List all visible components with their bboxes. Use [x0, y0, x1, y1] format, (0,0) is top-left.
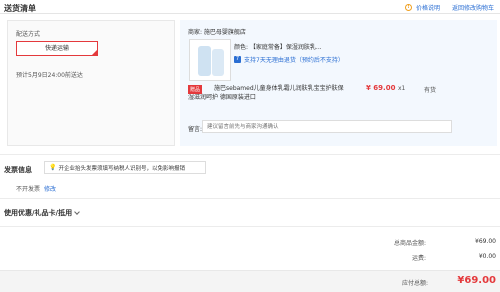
back-to-cart-link[interactable]: 返回修改购物车 — [452, 3, 494, 12]
divider — [0, 198, 500, 199]
return-policy-icon: 7 — [234, 56, 241, 63]
divider — [0, 226, 500, 227]
delivery-estimate: 预计5月9日24:00前送达 — [16, 72, 83, 79]
remark-input[interactable] — [202, 120, 452, 133]
chevron-down-icon — [74, 209, 80, 215]
shipping-method-label: 快递运输 — [44, 45, 69, 52]
coupon-toggle[interactable]: 使用优惠/礼品卡/抵用 — [4, 208, 80, 218]
shipping-panel: 配送方式 快递运输 预计5月9日24:00前送达 — [7, 20, 175, 146]
product-bottle-shape — [212, 49, 224, 76]
selected-corner-icon — [92, 50, 97, 55]
gift-badge: 赠品 — [188, 85, 203, 94]
product-bottle-shape — [198, 46, 211, 76]
shipping-fee-value: ¥0.00 — [478, 253, 496, 260]
stock-status: 有货 — [424, 87, 437, 94]
goods-total-value: ¥69.00 — [475, 238, 496, 245]
divider — [0, 154, 500, 155]
payable-bar: 应付总额: ¥69.00 — [0, 270, 500, 292]
product-image[interactable] — [189, 39, 231, 81]
invoice-title: 发票信息 — [4, 166, 32, 174]
shop-name: 商家: 施巴母婴旗舰店 — [188, 29, 246, 36]
product-quantity: x1 — [398, 85, 406, 92]
product-color: 颜色: 【家庭常备】保湿润肤乳... — [234, 44, 322, 51]
goods-total-label: 总商品金额: — [393, 240, 426, 247]
product-price: ¥ 69.00 — [366, 84, 396, 92]
return-policy: 7 支持7天无理由退货（预约后不支持） — [234, 55, 344, 64]
section-header: 送货清单 ! 价格说明 返回修改购物车 — [0, 0, 500, 14]
shipping-label: 配送方式 — [16, 31, 41, 38]
section-title: 送货清单 — [4, 4, 36, 13]
invoice-tip-text: 开企业抬头发票须填写纳税人识别号，以免影响报销 — [58, 165, 185, 172]
return-policy-text: 支持7天无理由退货（预约后不支持） — [244, 57, 344, 64]
payable-label: 应付总额: — [401, 280, 428, 287]
price-note-link[interactable]: 价格说明 — [416, 3, 440, 12]
info-icon: ! — [404, 4, 412, 11]
invoice-status: 不开发票 — [16, 186, 41, 193]
shop-panel: 商家: 施巴母婴旗舰店 颜色: 【家庭常备】保湿润肤乳... 7 支持7天无理由… — [180, 20, 497, 146]
shipping-method-button[interactable]: 快递运输 — [16, 41, 98, 56]
lightbulb-icon: 💡 — [49, 164, 57, 171]
invoice-edit-link[interactable]: 修改 — [44, 184, 56, 193]
invoice-tip: 💡 开企业抬头发票须填写纳税人识别号，以免影响报销 — [44, 161, 206, 174]
shipping-fee-label: 运费: — [411, 255, 426, 262]
header-links: ! 价格说明 返回修改购物车 — [404, 3, 494, 12]
remark-label: 留言: — [188, 126, 203, 133]
coupon-label: 使用优惠/礼品卡/抵用 — [4, 209, 73, 217]
payable-value: ¥69.00 — [457, 275, 496, 286]
product-name[interactable]: 施巴sebamed儿童身体乳霜儿润肤乳宝宝护肤保湿滋润呵护 德国原装进口 — [188, 84, 346, 102]
